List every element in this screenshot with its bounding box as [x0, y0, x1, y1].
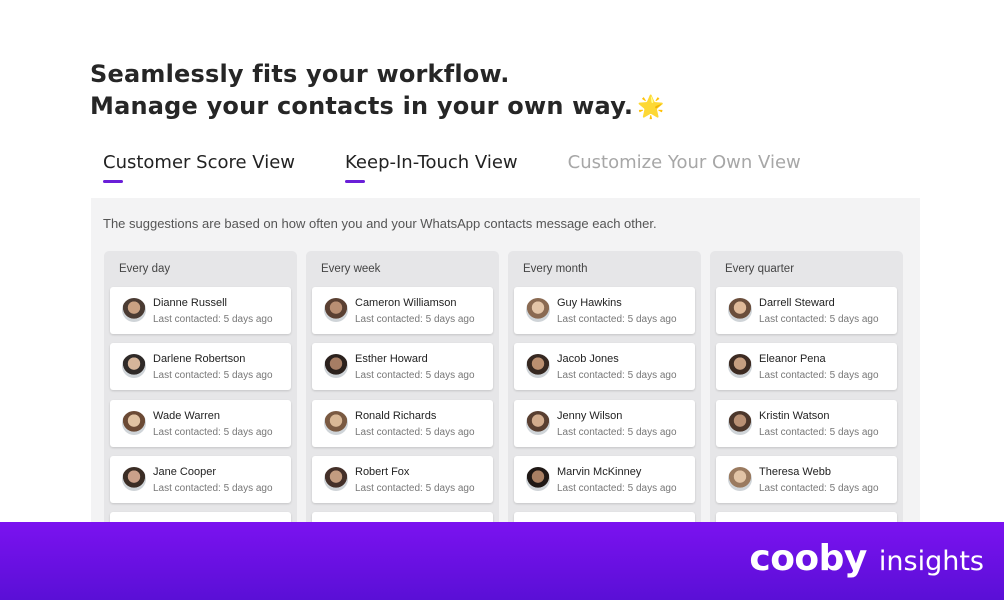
avatar-icon	[728, 411, 752, 435]
contact-last-contacted: Last contacted: 5 days ago	[759, 427, 879, 438]
contact-card[interactable]: Ronald Richards Last contacted: 5 days ag…	[312, 400, 493, 447]
brand-suffix: insights	[878, 546, 984, 577]
contact-card[interactable]: Jane Cooper Last contacted: 5 days ago	[110, 456, 291, 503]
contact-name: Marvin McKinney	[557, 466, 642, 478]
column-every-quarter: Every quarter Darrell Steward Last contac…	[710, 251, 903, 559]
contact-card[interactable]: Wade Warren Last contacted: 5 days ago	[110, 400, 291, 447]
contact-name: Wade Warren	[153, 410, 221, 422]
avatar-icon	[122, 467, 146, 491]
contact-last-contacted: Last contacted: 5 days ago	[355, 370, 475, 381]
contacts-panel: The suggestions are based on how often y…	[91, 198, 920, 559]
contact-card[interactable]: Kristin Watson Last contacted: 5 days ago	[716, 400, 897, 447]
avatar-icon	[728, 354, 752, 378]
contact-card[interactable]: Jenny Wilson Last contacted: 5 days ago	[514, 400, 695, 447]
avatar-icon	[728, 467, 752, 491]
contact-last-contacted: Last contacted: 5 days ago	[759, 314, 879, 325]
contact-name: Theresa Webb	[759, 466, 831, 478]
column-title: Every quarter	[725, 263, 795, 275]
brand-name: cooby	[749, 538, 867, 579]
contact-name: Jane Cooper	[153, 466, 216, 478]
contact-name: Eleanor Pena	[759, 353, 826, 365]
contact-card[interactable]: Dianne Russell Last contacted: 5 days ago	[110, 287, 291, 334]
contact-last-contacted: Last contacted: 5 days ago	[355, 314, 475, 325]
contact-card[interactable]: Jacob Jones Last contacted: 5 days ago	[514, 343, 695, 390]
contact-card[interactable]: Cameron Williamson Last contacted: 5 days…	[312, 287, 493, 334]
contact-last-contacted: Last contacted: 5 days ago	[759, 370, 879, 381]
contact-last-contacted: Last contacted: 5 days ago	[557, 370, 677, 381]
view-tabs: Customer Score View Keep-In-Touch View C…	[103, 152, 851, 183]
contact-name: Darrell Steward	[759, 297, 835, 309]
column-every-week: Every week Cameron Williamson Last contac…	[306, 251, 499, 559]
contact-name: Cameron Williamson	[355, 297, 457, 309]
brand-footer: cooby insights	[0, 522, 1004, 600]
contact-name: Darlene Robertson	[153, 353, 246, 365]
avatar-icon	[526, 298, 550, 322]
column-every-day: Every day Dianne Russell Last contacted: …	[104, 251, 297, 559]
contact-name: Esther Howard	[355, 353, 428, 365]
contact-last-contacted: Last contacted: 5 days ago	[557, 427, 677, 438]
avatar-icon	[526, 411, 550, 435]
contact-card[interactable]: Robert Fox Last contacted: 5 days ago	[312, 456, 493, 503]
headline-line-1: Seamlessly fits your workflow.	[90, 60, 510, 88]
tab-customize-your-own-view[interactable]: Customize Your Own View	[568, 152, 801, 183]
avatar-icon	[324, 298, 348, 322]
contact-card[interactable]: Marvin McKinney Last contacted: 5 days ag…	[514, 456, 695, 503]
contact-last-contacted: Last contacted: 5 days ago	[557, 314, 677, 325]
contact-card[interactable]: Eleanor Pena Last contacted: 5 days ago	[716, 343, 897, 390]
headline-line-2: Manage your contacts in your own way. 🌟	[90, 90, 665, 124]
avatar-icon	[526, 467, 550, 491]
contact-card[interactable]: Theresa Webb Last contacted: 5 days ago	[716, 456, 897, 503]
contact-last-contacted: Last contacted: 5 days ago	[355, 427, 475, 438]
avatar-icon	[324, 411, 348, 435]
contact-name: Jacob Jones	[557, 353, 619, 365]
panel-description: The suggestions are based on how often y…	[103, 216, 657, 231]
contact-name: Kristin Watson	[759, 410, 830, 422]
avatar-icon	[122, 411, 146, 435]
avatar-icon	[122, 298, 146, 322]
contact-card[interactable]: Guy Hawkins Last contacted: 5 days ago	[514, 287, 695, 334]
contact-last-contacted: Last contacted: 5 days ago	[153, 314, 273, 325]
avatar-icon	[728, 298, 752, 322]
headline-line-2-text: Manage your contacts in your own way.	[90, 92, 634, 120]
cooby-insights-logo: cooby insights	[749, 538, 984, 579]
contact-last-contacted: Last contacted: 5 days ago	[759, 483, 879, 494]
column-title: Every day	[119, 263, 171, 275]
contact-name: Ronald Richards	[355, 410, 437, 422]
avatar-icon	[122, 354, 146, 378]
avatar-icon	[324, 354, 348, 378]
contact-name: Dianne Russell	[153, 297, 227, 309]
contact-last-contacted: Last contacted: 5 days ago	[153, 427, 273, 438]
avatar-icon	[324, 467, 348, 491]
column-every-month: Every month Guy Hawkins Last contacted: 5…	[508, 251, 701, 559]
contact-name: Robert Fox	[355, 466, 410, 478]
contact-name: Jenny Wilson	[557, 410, 623, 422]
avatar-icon	[526, 354, 550, 378]
headline: Seamlessly fits your workflow. Manage yo…	[90, 58, 665, 124]
contact-last-contacted: Last contacted: 5 days ago	[355, 483, 475, 494]
column-title: Every week	[321, 263, 381, 275]
contact-last-contacted: Last contacted: 5 days ago	[557, 483, 677, 494]
contact-last-contacted: Last contacted: 5 days ago	[153, 483, 273, 494]
contact-name: Guy Hawkins	[557, 297, 622, 309]
contact-last-contacted: Last contacted: 5 days ago	[153, 370, 273, 381]
tab-customer-score-view[interactable]: Customer Score View	[103, 152, 295, 183]
tab-keep-in-touch-view[interactable]: Keep-In-Touch View	[345, 152, 518, 183]
column-title: Every month	[523, 263, 588, 275]
star-emoji-icon: 🌟	[637, 95, 665, 120]
contact-card[interactable]: Darrell Steward Last contacted: 5 days ag…	[716, 287, 897, 334]
contact-card[interactable]: Esther Howard Last contacted: 5 days ago	[312, 343, 493, 390]
contact-card[interactable]: Darlene Robertson Last contacted: 5 days …	[110, 343, 291, 390]
